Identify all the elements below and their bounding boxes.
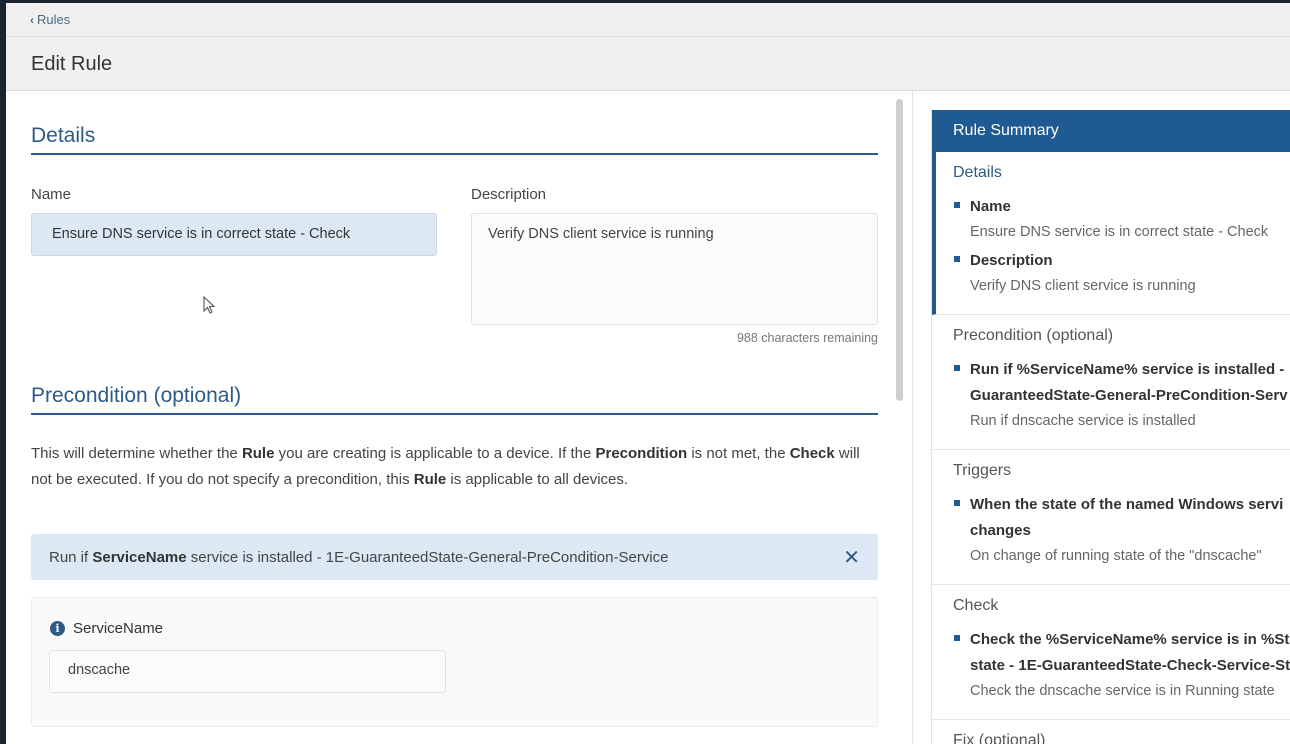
selected-precondition[interactable]: Run if ServiceName service is installed …: [31, 534, 878, 580]
info-icon[interactable]: i: [50, 621, 65, 636]
servicename-input[interactable]: dnscache: [49, 650, 446, 693]
back-to-rules-link[interactable]: ‹ Rules: [30, 12, 70, 27]
servicename-parameter-label: i ServiceName: [50, 620, 163, 637]
summary-item: When the state of the named Windows serv…: [953, 492, 1290, 568]
chevron-left-icon: ‹: [30, 12, 34, 27]
description-textarea[interactable]: Verify DNS client service is running: [471, 213, 878, 325]
precondition-section-title: Precondition (optional): [31, 384, 242, 407]
main-scrollbar-thumb[interactable]: [896, 99, 903, 401]
rule-editor-form: Details Name Ensure DNS service is in co…: [31, 91, 878, 744]
header-divider: [6, 36, 1290, 37]
app-window: ‹ Rules Edit Rule Details Name Ensure DN…: [6, 3, 1290, 744]
page-title: Edit Rule: [31, 53, 113, 75]
rule-summary-header: Rule Summary: [932, 110, 1290, 152]
summary-section-precondition[interactable]: Precondition (optional) Run if %ServiceN…: [932, 315, 1290, 450]
precondition-divider: [31, 413, 878, 415]
rule-summary-panel: Rule Summary Details Name Ensure DNS ser…: [931, 110, 1290, 744]
details-section-title: Details: [31, 124, 96, 147]
summary-section-title: Fix (optional): [953, 732, 1046, 744]
summary-item: Name Ensure DNS service is in correct st…: [953, 194, 1290, 244]
details-divider: [31, 153, 878, 155]
summary-section-check[interactable]: Check Check the %ServiceName% service is…: [932, 585, 1290, 720]
summary-section-fix[interactable]: Fix (optional): [932, 720, 1290, 744]
summary-section-triggers[interactable]: Triggers When the state of the named Win…: [932, 450, 1290, 585]
mouse-cursor-icon: [203, 296, 216, 314]
summary-section-details[interactable]: Details Name Ensure DNS service is in co…: [932, 152, 1290, 315]
selected-precondition-label: Run if ServiceName service is installed …: [49, 548, 669, 566]
name-label: Name: [31, 186, 72, 203]
summary-section-title: Triggers: [953, 462, 1012, 479]
name-input[interactable]: Ensure DNS service is in correct state -…: [31, 213, 437, 256]
precondition-intro-text: This will determine whether the Rule you…: [31, 445, 860, 488]
panel-divider: [912, 91, 913, 744]
characters-remaining: 988 characters remaining: [736, 331, 878, 345]
summary-item: Check the %ServiceName% service is in %S…: [953, 627, 1290, 703]
summary-item: Run if %ServiceName% service is installe…: [953, 357, 1290, 433]
remove-precondition-close-icon[interactable]: ✕: [843, 545, 860, 570]
description-label: Description: [471, 186, 547, 203]
summary-section-title: Details: [953, 164, 1002, 181]
page-header: ‹ Rules Edit Rule: [6, 3, 1290, 91]
summary-section-title: Check: [953, 597, 999, 614]
back-link-label: Rules: [37, 12, 71, 27]
precondition-parameters-card: i ServiceName dnscache: [31, 597, 878, 727]
summary-section-title: Precondition (optional): [953, 327, 1114, 344]
summary-item: Description Verify DNS client service is…: [953, 248, 1290, 298]
